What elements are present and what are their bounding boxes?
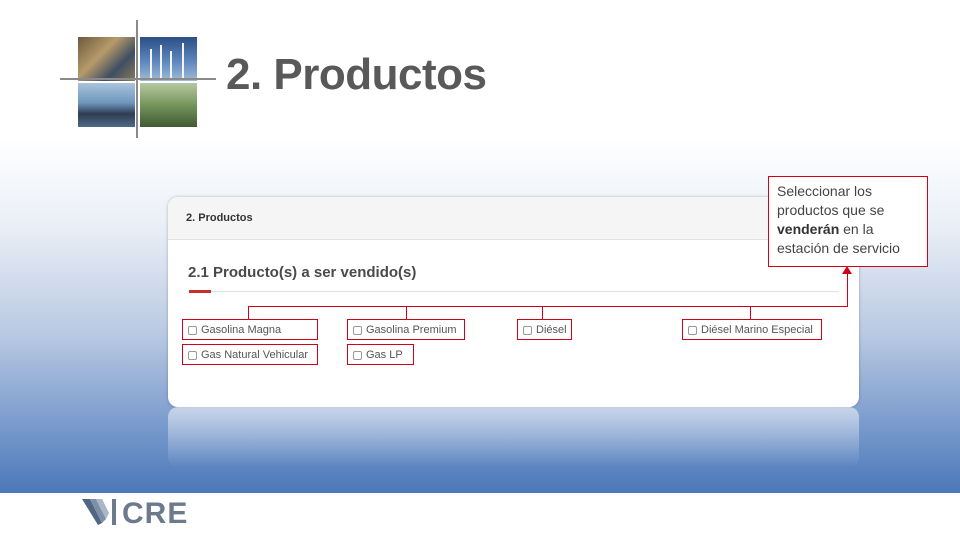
option-label: Gas LP (366, 349, 403, 361)
connector-horizontal (248, 306, 848, 307)
option-label: Diésel Marino Especial (701, 324, 813, 336)
option-gasolina-premium[interactable]: Gasolina Premium (347, 319, 465, 340)
option-label: Gasolina Premium (366, 324, 457, 336)
checkbox-diesel-marino-especial[interactable] (688, 326, 697, 335)
wind-turbines-image (140, 37, 197, 81)
products-form-panel: 2. Productos 2.1 Producto(s) a ser vendi… (168, 197, 859, 407)
collage-horizontal-line (60, 78, 216, 80)
connector-riser (847, 270, 848, 307)
connector-drop-3 (542, 306, 543, 319)
option-label: Diésel (536, 324, 567, 336)
option-gasolina-magna[interactable]: Gasolina Magna (182, 319, 318, 340)
slide-title: 2. Productos (226, 50, 487, 99)
instruction-callout: Seleccionar los productos que se venderá… (768, 176, 928, 267)
power-lines-image (140, 83, 197, 127)
checkbox-diesel[interactable] (523, 326, 532, 335)
option-label: Gasolina Magna (201, 324, 282, 336)
section-title: 2.1 Producto(s) a ser vendido(s) (188, 264, 417, 281)
checkbox-gasolina-premium[interactable] (353, 326, 362, 335)
option-gas-natural-vehicular[interactable]: Gas Natural Vehicular (182, 344, 318, 365)
arrow-up-icon (842, 266, 852, 274)
cre-logo-icon (82, 499, 116, 525)
option-diesel-marino-especial[interactable]: Diésel Marino Especial (682, 319, 822, 340)
callout-text-1: Seleccionar los productos que se (777, 183, 885, 218)
panel-reflection (168, 407, 859, 467)
connector-drop-1 (248, 306, 249, 319)
brand-text: CRE (122, 497, 189, 530)
checkbox-gas-natural-vehicular[interactable] (188, 351, 197, 360)
refinery-image (78, 37, 135, 81)
panel-header-title: 2. Productos (186, 212, 253, 224)
panel-header: 2. Productos (168, 197, 859, 240)
connector-drop-2 (406, 306, 407, 319)
logo-collage (60, 20, 220, 140)
checkbox-gas-lp[interactable] (353, 351, 362, 360)
callout-bold-text: venderán (777, 221, 840, 237)
section-accent (189, 290, 211, 293)
option-diesel[interactable]: Diésel (517, 319, 572, 340)
option-gas-lp[interactable]: Gas LP (347, 344, 414, 365)
option-label: Gas Natural Vehicular (201, 349, 308, 361)
connector-drop-4 (750, 306, 751, 319)
ship-image (78, 83, 135, 127)
checkbox-gasolina-magna[interactable] (188, 326, 197, 335)
section-divider (189, 291, 839, 292)
